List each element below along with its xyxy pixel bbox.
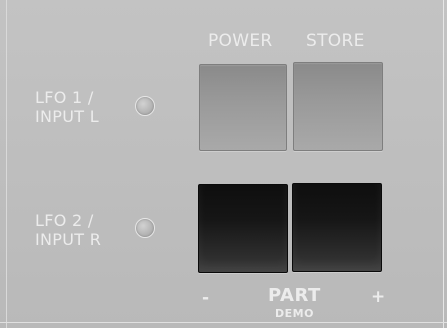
power-label: POWER — [208, 31, 273, 51]
part-minus-button[interactable] — [198, 184, 288, 273]
lfo1-led-indicator — [135, 96, 155, 116]
synth-control-panel: POWER STORE LFO 1 / INPUT L LFO 2 / INPU… — [0, 0, 447, 328]
lfo1-input-l-label: LFO 1 / INPUT L — [35, 88, 99, 126]
lfo2-led-indicator — [135, 218, 155, 238]
lfo1-label-line1: LFO 1 / — [35, 88, 94, 107]
part-label: PART — [268, 285, 321, 306]
panel-edge-right — [443, 0, 444, 328]
store-button[interactable] — [293, 62, 383, 151]
lfo1-label-line2: INPUT L — [35, 107, 99, 126]
minus-label: - — [202, 288, 210, 308]
lfo2-label-line2: INPUT R — [35, 230, 102, 249]
power-button[interactable] — [199, 64, 287, 151]
lfo2-label-line1: LFO 2 / — [35, 211, 94, 230]
panel-edge-bottom — [0, 322, 447, 323]
store-label: STORE — [306, 31, 365, 51]
part-plus-button[interactable] — [292, 183, 382, 272]
plus-label: + — [371, 287, 386, 307]
panel-edge-left — [6, 0, 7, 328]
lfo2-input-r-label: LFO 2 / INPUT R — [35, 211, 101, 249]
demo-label: DEMO — [275, 307, 314, 320]
